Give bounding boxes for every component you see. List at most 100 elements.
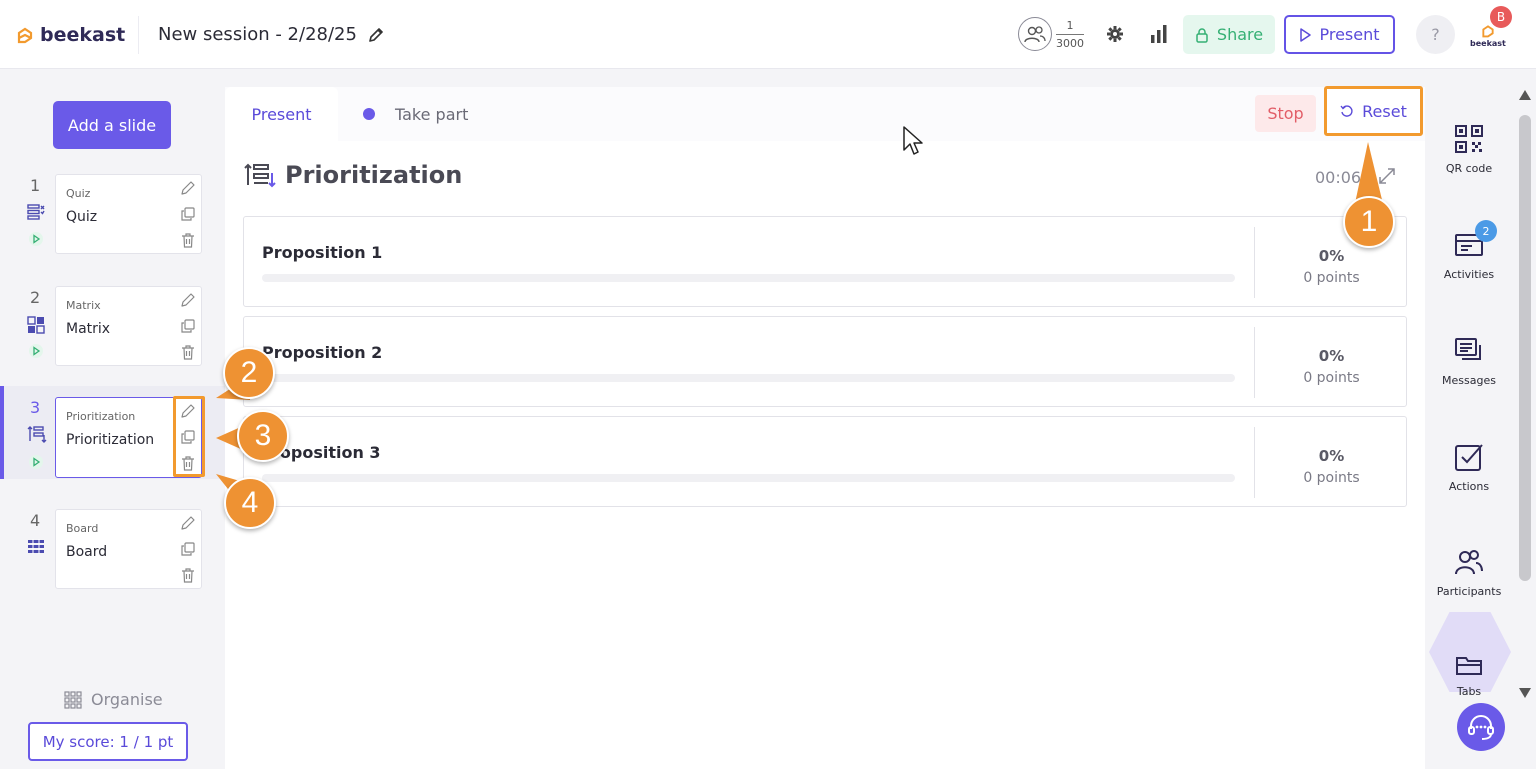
duplicate-icon[interactable] bbox=[180, 206, 196, 222]
callout-4: 4 bbox=[224, 477, 276, 529]
slide-type: Quiz bbox=[66, 187, 91, 200]
help-button[interactable]: ? bbox=[1416, 15, 1455, 54]
stats-bar-chart-icon[interactable] bbox=[1150, 24, 1168, 44]
slide-name: Matrix bbox=[66, 321, 111, 337]
tabs-label: Tabs bbox=[1456, 685, 1482, 698]
reset-icon bbox=[1340, 105, 1353, 117]
live-dot-icon bbox=[363, 108, 375, 120]
play-icon bbox=[1300, 27, 1312, 42]
gear-icon[interactable] bbox=[1105, 24, 1125, 44]
brand-logo[interactable]: beekast bbox=[16, 24, 125, 46]
trash-icon[interactable] bbox=[180, 567, 196, 583]
slide-name: Prioritization bbox=[66, 432, 155, 448]
scroll-up-arrow-icon[interactable] bbox=[1519, 90, 1531, 100]
play-slide-icon[interactable] bbox=[28, 454, 44, 470]
proposition-points: 0 points bbox=[1303, 270, 1360, 286]
scroll-thumb[interactable] bbox=[1519, 115, 1531, 581]
chat-headset-icon bbox=[1468, 715, 1494, 740]
qr-code-label: QR code bbox=[1445, 162, 1493, 175]
my-score-button[interactable]: My score: 1 / 1 pt bbox=[28, 722, 188, 761]
messages-label: Messages bbox=[1442, 374, 1496, 387]
avatar-initial-badge: B bbox=[1490, 6, 1512, 28]
stop-button[interactable]: Stop bbox=[1255, 95, 1316, 132]
proposition-row: Proposition 2 0% 0 points bbox=[243, 316, 1407, 407]
slide-card[interactable]: Quiz Quiz bbox=[55, 174, 202, 254]
fraction-bar bbox=[1056, 33, 1084, 35]
edit-pencil-icon[interactable] bbox=[180, 292, 196, 308]
slide-name: Board bbox=[66, 544, 108, 560]
tab-take-part[interactable]: Take part bbox=[363, 87, 468, 141]
tab-present[interactable]: Present bbox=[225, 87, 338, 141]
activities-tool[interactable]: 2 Activities bbox=[1425, 220, 1513, 281]
add-slide-button[interactable]: Add a slide bbox=[53, 101, 171, 149]
proposition-points: 0 points bbox=[1303, 370, 1360, 386]
share-button[interactable]: Share bbox=[1183, 15, 1275, 54]
slide-item-board[interactable]: 4 Board Board bbox=[0, 509, 225, 597]
lock-icon bbox=[1196, 27, 1208, 43]
activity-header: Prioritization bbox=[243, 161, 462, 189]
participants-max: 3000 bbox=[1056, 36, 1084, 50]
user-avatar[interactable]: B beekast bbox=[1468, 6, 1518, 50]
matrix-icon bbox=[27, 316, 45, 334]
proposition-name: Proposition 2 bbox=[262, 343, 383, 362]
slide-name: Quiz bbox=[66, 209, 98, 225]
take-part-label: Take part bbox=[395, 104, 469, 124]
prioritization-icon bbox=[244, 163, 276, 188]
messages-tool[interactable]: Messages bbox=[1425, 334, 1513, 387]
quiz-icon bbox=[27, 204, 45, 220]
page-scrollbar[interactable] bbox=[1519, 90, 1531, 702]
main-panel: Present Take part Stop Reset Prioritizat… bbox=[225, 86, 1425, 769]
mode-tabs: Present Take part Stop Reset bbox=[225, 86, 1425, 141]
session-title: New session - 2/28/25 bbox=[158, 24, 357, 45]
activities-label: Activities bbox=[1443, 268, 1495, 281]
proposition-name: roposition 3 bbox=[272, 443, 381, 462]
reset-button[interactable]: Reset bbox=[1324, 86, 1423, 136]
brand-name: beekast bbox=[40, 24, 126, 46]
callout-2: 2 bbox=[223, 347, 275, 399]
header-divider bbox=[138, 16, 139, 54]
tabs-tool[interactable]: Tabs bbox=[1425, 651, 1513, 698]
prioritization-icon bbox=[27, 426, 47, 443]
slide-type: Prioritization bbox=[66, 410, 136, 423]
proposition-progress-track bbox=[262, 474, 1235, 482]
scroll-down-arrow-icon[interactable] bbox=[1519, 688, 1531, 698]
proposition-row: roposition 3 0% 0 points bbox=[243, 416, 1407, 507]
messages-icon bbox=[1455, 338, 1481, 360]
trash-icon[interactable] bbox=[180, 344, 196, 360]
duplicate-icon[interactable] bbox=[180, 318, 196, 334]
proposition-progress-track bbox=[262, 374, 1235, 382]
beekast-logo-icon bbox=[17, 27, 33, 44]
actions-tool[interactable]: Actions bbox=[1425, 440, 1513, 493]
slide-item-quiz[interactable]: 1 Quiz Quiz bbox=[0, 174, 225, 262]
proposition-percent: 0% bbox=[1318, 347, 1345, 365]
callout-3: 3 bbox=[237, 410, 289, 462]
support-chat-button[interactable] bbox=[1457, 703, 1505, 751]
proposition-points: 0 points bbox=[1303, 470, 1360, 486]
slide-card[interactable]: Board Board bbox=[55, 509, 202, 589]
edit-pencil-icon[interactable] bbox=[180, 515, 196, 531]
participants-tool[interactable]: Participants bbox=[1425, 545, 1513, 598]
edit-pencil-icon[interactable] bbox=[180, 180, 196, 196]
slide-type: Matrix bbox=[66, 299, 101, 312]
play-slide-icon[interactable] bbox=[28, 231, 44, 247]
participants-counter[interactable]: 1 3000 bbox=[1018, 17, 1084, 51]
participants-fraction: 1 3000 bbox=[1056, 19, 1084, 50]
present-button[interactable]: Present bbox=[1284, 15, 1395, 54]
play-slide-icon[interactable] bbox=[28, 343, 44, 359]
proposition-percent: 0% bbox=[1318, 447, 1345, 465]
organise-button[interactable]: Organise bbox=[64, 690, 163, 709]
slide-item-matrix[interactable]: 2 Matrix Matrix bbox=[0, 286, 225, 374]
organise-label: Organise bbox=[91, 690, 163, 709]
activities-count-badge: 2 bbox=[1475, 220, 1497, 242]
slide-actions-highlight bbox=[173, 396, 205, 477]
duplicate-icon[interactable] bbox=[180, 541, 196, 557]
trash-icon[interactable] bbox=[180, 232, 196, 248]
slide-card[interactable]: Matrix Matrix bbox=[55, 286, 202, 366]
edit-title-pencil-icon[interactable] bbox=[366, 25, 386, 45]
top-header: beekast New session - 2/28/25 1 3000 Sha… bbox=[0, 0, 1536, 69]
slide-number: 4 bbox=[30, 511, 41, 530]
slide-number: 3 bbox=[30, 398, 41, 417]
qr-code-tool[interactable]: QR code bbox=[1425, 122, 1513, 175]
board-icon bbox=[28, 539, 44, 554]
callout-1: 1 bbox=[1343, 196, 1395, 248]
